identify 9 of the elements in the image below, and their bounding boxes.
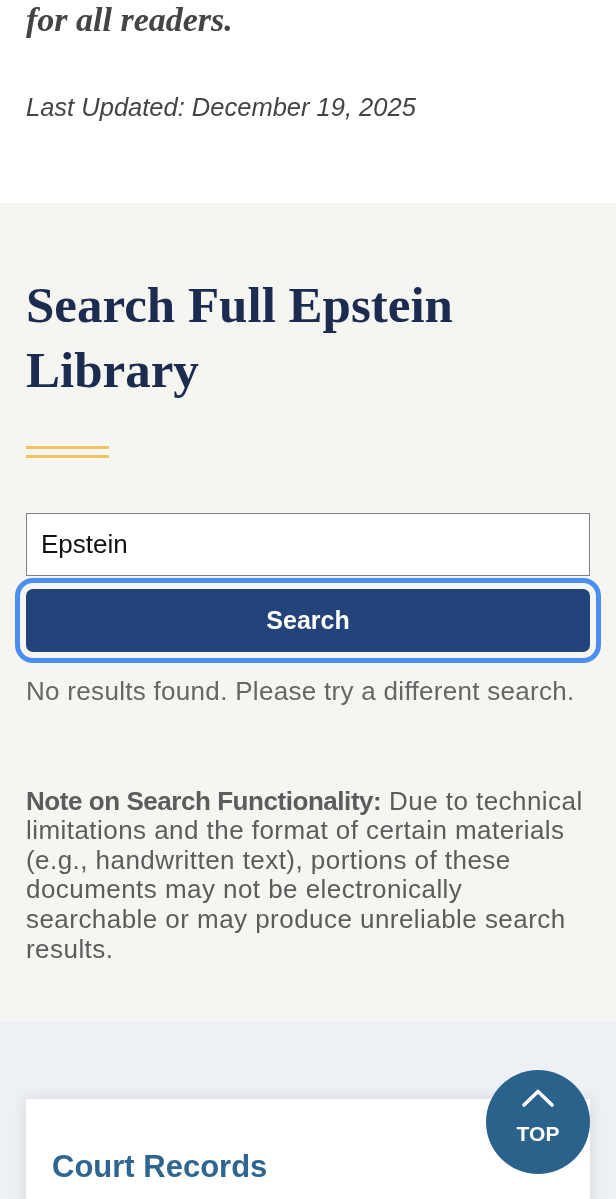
card-title: Court Records: [52, 1149, 268, 1186]
search-heading: Search Full Epstein Library: [26, 276, 454, 400]
search-field[interactable]: Epstein: [26, 513, 590, 576]
intro-text: for all readers.: [26, 0, 233, 40]
chevron-up-icon: [522, 1089, 554, 1107]
no-results-message: No results found. Please try a different search.: [26, 677, 576, 707]
search-note-text: Note on Search Functionality: Due to technical limitations and the format of certain materials (e.g., handwritten text), portions of these documents may not be electronically searchable or may produce unreliable search results.: [26, 786, 584, 965]
search-button[interactable]: Search: [15, 578, 601, 663]
last-updated-text: Last Updated: December 19, 2025: [26, 92, 416, 122]
